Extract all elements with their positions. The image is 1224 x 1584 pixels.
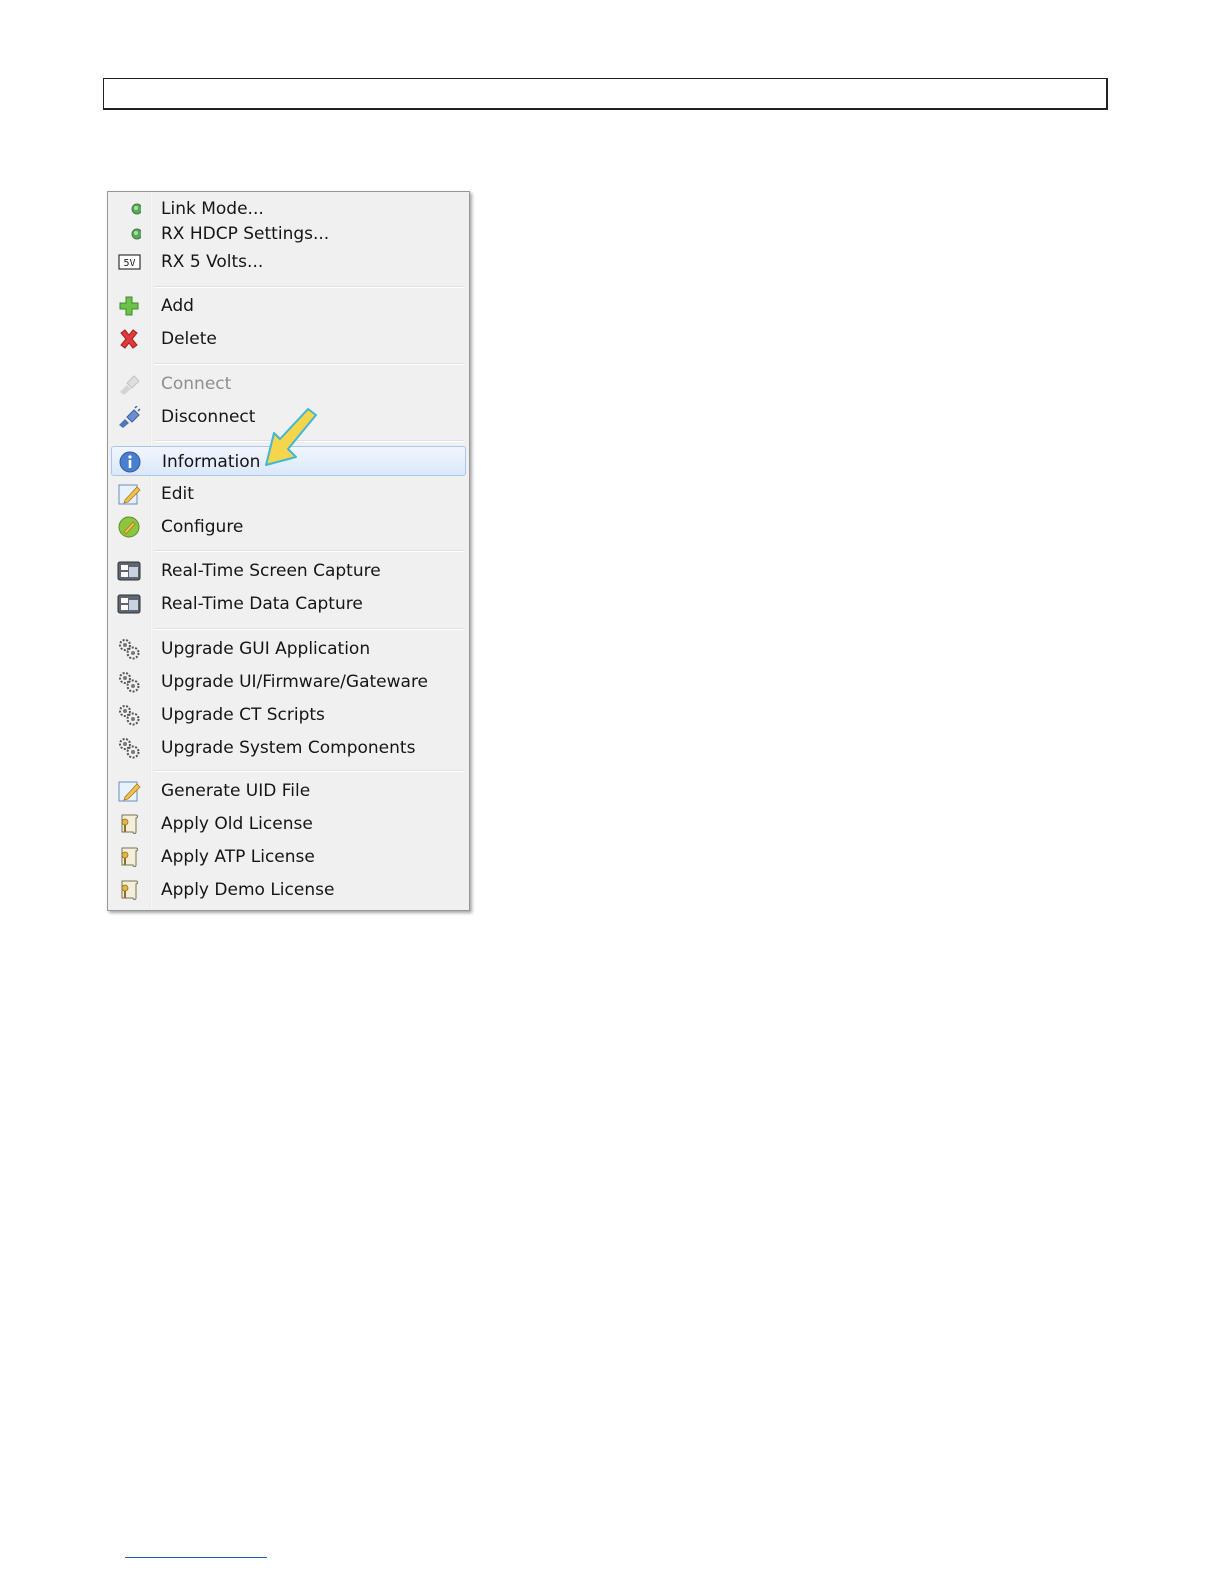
menu-item-real-time-data-capture[interactable]: Real-Time Data Capture [111,589,466,619]
menu-item-label: RX 5 Volts... [161,252,264,272]
gears-icon [117,704,141,726]
menu-separator [154,628,464,630]
menu-separator [154,550,464,552]
menu-item-label: Upgrade System Components [161,738,416,758]
gears-icon [117,737,141,759]
gears-icon [117,671,141,693]
menu-item-label: Edit [161,484,194,504]
menu-item-label: Disconnect [161,407,256,427]
menu-item-upgrade-gui-application[interactable]: Upgrade GUI Application [111,634,466,664]
menu-item-add[interactable]: Add [111,291,466,321]
menu-item-configure[interactable]: Configure [111,512,466,542]
green-dot-icon [117,198,141,220]
menu-item-label: Upgrade GUI Application [161,639,371,659]
menu-item-label: Generate UID File [161,781,311,801]
plug-icon [117,373,141,395]
info-icon [118,451,142,473]
menu-separator [154,286,464,288]
top-banner-box [103,78,1108,110]
menu-item-label: Real-Time Data Capture [161,594,363,614]
five-volt-icon: 5V [117,251,141,273]
menu-item-real-time-screen-capture[interactable]: Real-Time Screen Capture [111,556,466,586]
context-menu: Link Mode... RX HDCP Settings... 5V RX 5… [107,191,470,911]
license-icon [117,813,141,835]
menu-item-upgrade-ui-firmware-gateware[interactable]: Upgrade UI/Firmware/Gateware [111,667,466,697]
menu-item-delete[interactable]: Delete [111,324,466,354]
menu-item-label: Apply Old License [161,814,313,834]
edit-icon [117,780,141,802]
footer-link-underline [125,1557,267,1558]
menu-item-apply-old-license[interactable]: Apply Old License [111,809,466,839]
menu-item-label: Apply Demo License [161,880,335,900]
menu-item-upgrade-ct-scripts[interactable]: Upgrade CT Scripts [111,700,466,730]
gears-icon [117,638,141,660]
plus-icon [117,295,141,317]
menu-item-label: Upgrade UI/Firmware/Gateware [161,672,429,692]
callout-arrow-icon [258,406,322,468]
menu-item-rx-5-volts[interactable]: 5V RX 5 Volts... [111,247,466,277]
menu-item-edit[interactable]: Edit [111,479,466,509]
menu-item-generate-uid-file[interactable]: Generate UID File [111,776,466,806]
menu-item-label: RX HDCP Settings... [161,224,330,244]
menu-item-label: Real-Time Screen Capture [161,561,381,581]
menu-item-label: Information [162,452,261,472]
capture-icon [117,593,141,615]
menu-item-label: Connect [161,374,232,394]
delete-x-icon [117,328,141,350]
capture-icon [117,560,141,582]
edit-icon [117,483,141,505]
menu-item-label: Upgrade CT Scripts [161,705,325,725]
menu-item-rx-hdcp-settings[interactable]: RX HDCP Settings... [111,219,466,249]
menu-separator [154,770,464,772]
svg-text:5V: 5V [123,258,135,269]
license-icon [117,879,141,901]
green-dot-icon [117,223,141,245]
menu-item-upgrade-system-components[interactable]: Upgrade System Components [111,733,466,763]
unplug-icon [117,406,141,428]
menu-item-label: Delete [161,329,217,349]
menu-item-label: Link Mode... [161,199,264,219]
menu-separator [154,363,464,365]
menu-item-connect[interactable]: Connect [111,369,466,399]
menu-item-label: Configure [161,517,244,537]
menu-item-apply-demo-license[interactable]: Apply Demo License [111,875,466,905]
menu-item-apply-atp-license[interactable]: Apply ATP License [111,842,466,872]
configure-icon [117,516,141,538]
license-icon [117,846,141,868]
menu-item-label: Add [161,296,194,316]
menu-item-label: Apply ATP License [161,847,315,867]
